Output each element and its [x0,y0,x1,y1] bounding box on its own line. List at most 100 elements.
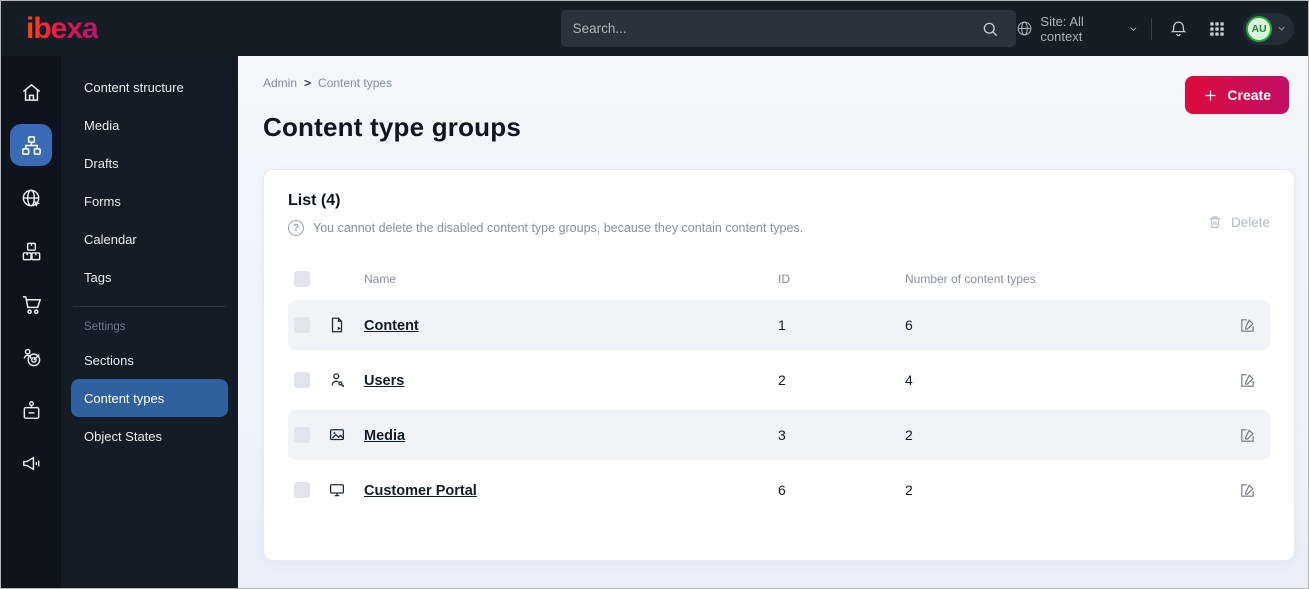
delete-button[interactable]: Delete [1207,214,1270,230]
sidebar-item-label: Content types [84,390,165,406]
user-menu[interactable]: AU [1243,12,1295,45]
column-header-id: ID [778,272,790,286]
list-note: ? You cannot delete the disabled content… [288,220,803,236]
content-type-groups-card: List (4) ? You cannot delete the disable… [263,169,1295,561]
chevron-down-icon [1129,26,1136,31]
monitor-icon [328,481,364,499]
column-header-name: Name [364,272,397,286]
topbar-right-cluster: Site: All context AU [1016,12,1308,45]
breadcrumb-separator: > [304,76,312,90]
ibexa-logo[interactable]: ibexa [26,12,99,45]
content-type-groups-table: Name ID Number of content types Content … [288,258,1270,515]
group-id: 1 [778,317,786,333]
group-id: 2 [778,372,786,388]
breadcrumb-content-types: Content types [318,76,393,90]
sidebar-item-sections[interactable]: Sections [71,341,228,379]
site-context-label: Site: All context [1040,13,1084,44]
group-count: 4 [905,372,913,388]
products-icon[interactable] [10,230,52,272]
search-input[interactable] [572,21,977,36]
edit-icon[interactable] [1230,427,1264,444]
site-context-selector[interactable]: Site: All context [1016,14,1138,44]
table-row: Content 1 6 [288,300,1270,350]
personalization-icon[interactable] [10,336,52,378]
global-search[interactable] [560,10,1017,47]
sidebar-item-label: Tags [84,269,112,285]
delete-button-label: Delete [1230,214,1270,230]
user-key-icon [328,371,364,389]
site-globe-icon[interactable] [10,177,52,219]
home-icon[interactable] [10,71,52,113]
sidebar-item-label: Drafts [84,155,119,171]
topbar-divider [1151,17,1153,40]
sidebar-item-object-states[interactable]: Object States [71,417,228,455]
sidebar-item-label: Content structure [84,79,184,95]
group-count: 2 [905,482,913,498]
content-tree-icon[interactable] [10,124,52,166]
main-content: Admin > Content types Create Content typ… [238,56,1308,588]
globe-icon [1016,20,1033,37]
group-link[interactable]: Customer Portal [364,483,477,499]
list-header: List (4) ? You cannot delete the disable… [288,192,803,236]
row-checkbox[interactable] [294,427,310,443]
group-link[interactable]: Content [364,318,419,334]
trash-icon [1209,216,1221,228]
row-checkbox[interactable] [294,372,310,388]
sidebar-item-forms[interactable]: Forms [71,182,228,220]
column-header-count: Number of content types [905,272,1036,286]
plus-icon [1205,90,1216,100]
breadcrumb-admin[interactable]: Admin [263,76,297,90]
row-checkbox[interactable] [294,482,310,498]
breadcrumb: Admin > Content types [263,76,1295,90]
sidebar-menu: Content structure Media Drafts Forms Cal… [61,56,238,588]
sidebar-item-media[interactable]: Media [71,106,228,144]
sidebar-item-calendar[interactable]: Calendar [71,220,228,258]
sidebar-item-tags[interactable]: Tags [71,258,228,296]
group-id: 3 [778,427,786,443]
group-link[interactable]: Users [364,373,404,389]
menu-divider [73,306,226,307]
help-icon: ? [288,220,304,236]
sidebar-item-content-types[interactable]: Content types [71,379,228,417]
sidebar-item-label: Media [84,117,120,133]
search-icon[interactable] [976,15,1004,43]
group-link[interactable]: Media [364,428,405,444]
app-grid-icon[interactable] [1204,15,1230,43]
file-icon [328,316,364,334]
notifications-bell-icon[interactable] [1165,15,1191,43]
table-row: Customer Portal 6 2 [288,465,1270,515]
megaphone-icon[interactable] [10,442,52,484]
group-count: 6 [905,317,913,333]
cart-icon[interactable] [10,283,52,325]
sidebar-item-drafts[interactable]: Drafts [71,144,228,182]
list-title: List (4) [288,192,341,209]
icon-rail [1,56,61,588]
edit-icon[interactable] [1230,317,1264,334]
admin-badge-icon[interactable] [10,389,52,431]
sidebar-item-label: Forms [84,193,121,209]
avatar: AU [1246,15,1273,42]
create-button[interactable]: Create [1185,76,1289,114]
table-row: Media 3 2 [288,410,1270,460]
create-button-label: Create [1227,87,1271,103]
edit-icon[interactable] [1230,372,1264,389]
app-window: ibexa Site: All context [0,0,1309,589]
page-title: Content type groups [263,112,522,142]
select-all-checkbox[interactable] [294,271,310,287]
list-note-text: You cannot delete the disabled content t… [313,221,804,235]
topbar: ibexa Site: All context [1,1,1308,56]
sidebar-item-label: Calendar [84,231,137,247]
group-count: 2 [905,427,913,443]
logo-container: ibexa [1,12,228,46]
edit-icon[interactable] [1230,482,1264,499]
table-header-row: Name ID Number of content types [288,258,1270,300]
group-id: 6 [778,482,786,498]
row-checkbox[interactable] [294,317,310,333]
image-icon [328,426,364,444]
sidebar-item-label: Object States [84,428,163,444]
settings-section-label: Settings [84,321,126,333]
table-row: Users 2 4 [288,355,1270,405]
chevron-down-icon [1278,26,1285,31]
sidebar-item-label: Sections [84,352,134,368]
sidebar-item-content-structure[interactable]: Content structure [71,68,228,106]
